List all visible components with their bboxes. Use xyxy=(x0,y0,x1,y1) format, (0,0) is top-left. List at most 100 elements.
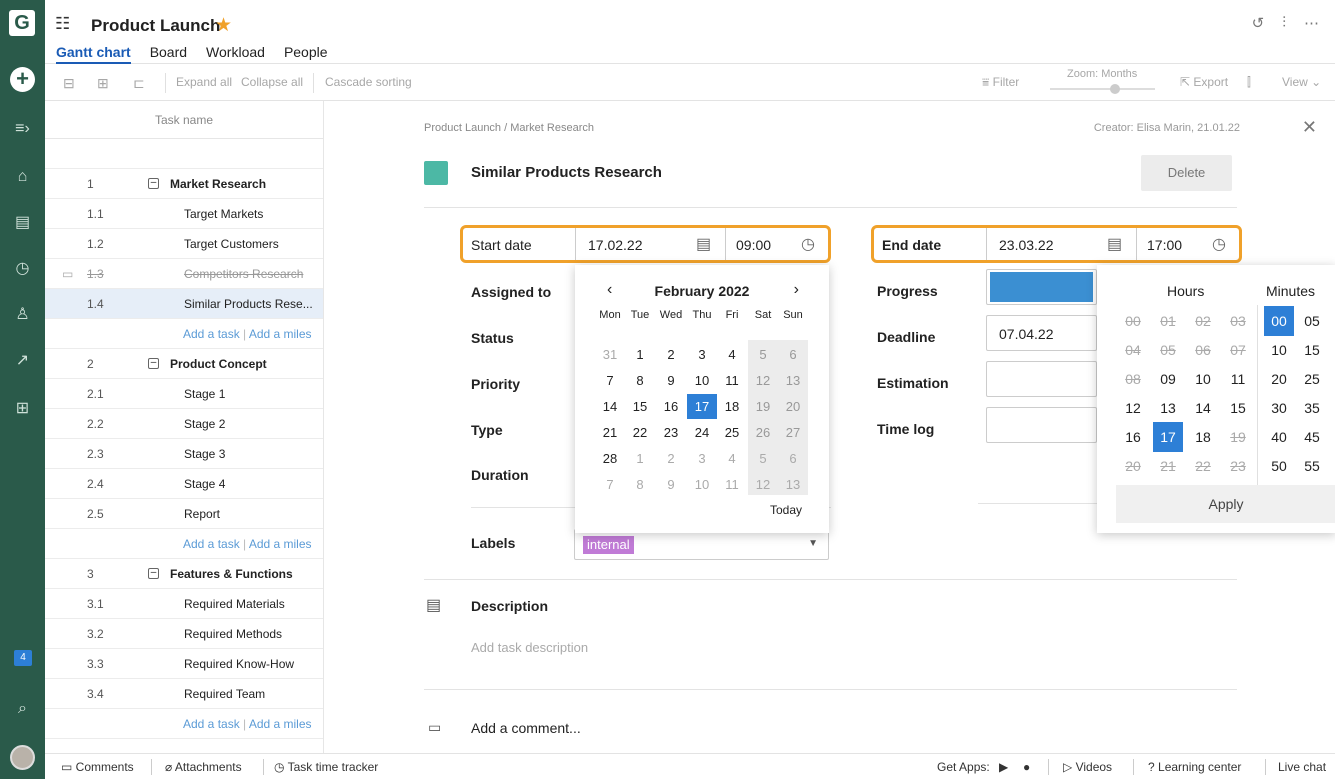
next-month-chevron-icon[interactable]: › xyxy=(794,281,799,299)
calendar-day[interactable]: 7 xyxy=(595,368,625,393)
hour-option[interactable]: 15 xyxy=(1223,393,1253,423)
live-chat-button[interactable]: Live chat xyxy=(1278,760,1326,774)
calendar-day[interactable]: 9 xyxy=(656,472,686,497)
calendar-day[interactable]: 4 xyxy=(717,446,747,471)
start-time-input[interactable]: 09:00 xyxy=(736,237,771,253)
apply-button[interactable]: Apply xyxy=(1116,485,1335,523)
table-row[interactable]: 1.2 Target Customers xyxy=(45,229,323,259)
create-new-button[interactable]: + xyxy=(10,67,35,92)
hour-option[interactable]: 02 xyxy=(1188,306,1218,336)
deadline-field[interactable]: 07.04.22 xyxy=(986,315,1097,351)
calendar-day[interactable]: 9 xyxy=(656,368,686,393)
project-title[interactable]: Product Launch xyxy=(91,16,220,36)
table-row[interactable]: 2.2 Stage 2 xyxy=(45,409,323,439)
trend-icon[interactable]: ↗ xyxy=(0,350,45,370)
calendar-day[interactable]: 23 xyxy=(656,420,686,445)
calendar-day[interactable]: 11 xyxy=(717,368,747,393)
time-tracker-button[interactable]: ◷ Task time tracker xyxy=(274,760,378,774)
minute-option[interactable]: 40 xyxy=(1264,422,1294,452)
comment-input[interactable]: Add a comment... xyxy=(471,720,581,736)
clock-icon[interactable]: ◷ xyxy=(0,258,45,278)
add-milestone-link[interactable]: Add a miles xyxy=(249,537,312,551)
calendar-day[interactable]: 13 xyxy=(778,472,808,497)
export-button[interactable]: ⇱ Export xyxy=(1180,75,1228,89)
comments-button[interactable]: ▭ Comments xyxy=(61,760,134,774)
calendar-day[interactable]: 10 xyxy=(687,368,717,393)
table-row[interactable]: 3.3 Required Know-How xyxy=(45,649,323,679)
outdent-icon[interactable]: ⊟ xyxy=(63,75,75,92)
user-avatar[interactable] xyxy=(10,745,35,770)
estimation-field[interactable] xyxy=(986,361,1097,397)
hour-option[interactable]: 22 xyxy=(1188,451,1218,481)
calendar-day[interactable]: 13 xyxy=(778,368,808,393)
minute-option[interactable]: 25 xyxy=(1297,364,1327,394)
tab-people[interactable]: People xyxy=(284,44,328,64)
zoom-slider-handle[interactable] xyxy=(1110,84,1120,94)
task-name[interactable]: Required Materials xyxy=(184,589,323,619)
calendar-day[interactable]: 6 xyxy=(778,342,808,367)
calendar-day[interactable]: 5 xyxy=(748,342,778,367)
hour-option[interactable]: 09 xyxy=(1153,364,1183,394)
notifications-badge[interactable]: 4 xyxy=(14,650,32,666)
add-milestone-link[interactable]: Add a miles xyxy=(249,717,312,731)
hour-option[interactable]: 04 xyxy=(1118,335,1148,365)
start-date-input[interactable]: 17.02.22 xyxy=(588,237,643,253)
add-task-row[interactable]: Add a task | Add a miles xyxy=(45,529,323,559)
task-name[interactable]: Stage 3 xyxy=(184,439,323,469)
hour-option[interactable]: 16 xyxy=(1118,422,1148,452)
add-task-link[interactable]: Add a task xyxy=(183,327,240,341)
calendar-day[interactable]: 8 xyxy=(625,368,655,393)
minute-option[interactable]: 45 xyxy=(1297,422,1327,452)
clock-icon[interactable]: ◷ xyxy=(801,234,815,254)
calendar-day[interactable]: 1 xyxy=(625,342,655,367)
table-row[interactable]: 2.5 Report xyxy=(45,499,323,529)
task-name[interactable]: Stage 1 xyxy=(184,379,323,409)
hour-option[interactable]: 23 xyxy=(1223,451,1253,481)
label-chip-internal[interactable]: internal xyxy=(583,536,634,554)
calendar-icon[interactable]: ▤ xyxy=(1107,234,1122,254)
hour-option[interactable]: 13 xyxy=(1153,393,1183,423)
task-name[interactable]: Required Methods xyxy=(184,619,323,649)
table-row[interactable]: 3.1 Required Materials xyxy=(45,589,323,619)
task-title[interactable]: Similar Products Research xyxy=(471,164,662,181)
calendar-day[interactable]: 22 xyxy=(625,420,655,445)
hour-option[interactable]: 00 xyxy=(1118,306,1148,336)
tab-workload[interactable]: Workload xyxy=(206,44,265,64)
apple-icon[interactable]: ● xyxy=(1023,760,1030,774)
close-icon[interactable]: ✕ xyxy=(1302,117,1317,138)
hour-option[interactable]: 10 xyxy=(1188,364,1218,394)
task-group-row[interactable]: 3 – Features & Functions xyxy=(45,559,323,589)
attachments-button[interactable]: ⌀ Attachments xyxy=(165,760,242,774)
task-name[interactable]: Market Research xyxy=(170,169,309,199)
calendar-day[interactable]: 28 xyxy=(595,446,625,471)
search-icon[interactable]: ⌕ xyxy=(0,700,45,718)
minute-option[interactable]: 50 xyxy=(1264,451,1294,481)
home-icon[interactable]: ⌂ xyxy=(0,168,45,186)
calendar-day[interactable]: 2 xyxy=(656,446,686,471)
calendar-icon[interactable]: ▤ xyxy=(696,234,711,254)
learning-center-button[interactable]: ? Learning center xyxy=(1148,760,1241,774)
add-task-link[interactable]: Add a task xyxy=(183,717,240,731)
hour-option[interactable]: 18 xyxy=(1188,422,1218,452)
add-task-row[interactable]: Add a task | Add a miles xyxy=(45,319,323,349)
collapse-all-button[interactable]: Collapse all xyxy=(241,75,303,89)
end-date-input[interactable]: 23.03.22 xyxy=(999,237,1054,253)
tab-gantt-chart[interactable]: Gantt chart xyxy=(56,44,131,64)
minute-option[interactable]: 20 xyxy=(1264,364,1294,394)
hour-option[interactable]: 01 xyxy=(1153,306,1183,336)
table-row[interactable]: 1.4 Similar Products Rese... xyxy=(45,289,323,319)
calendar-day[interactable]: 7 xyxy=(595,472,625,497)
hour-option[interactable]: 20 xyxy=(1118,451,1148,481)
minute-option[interactable]: 05 xyxy=(1297,306,1327,336)
videos-button[interactable]: ▷ Videos xyxy=(1063,760,1112,774)
hierarchy-icon[interactable]: ⊏ xyxy=(133,75,145,92)
hour-option[interactable]: 14 xyxy=(1188,393,1218,423)
calendar-day[interactable]: 2 xyxy=(656,342,686,367)
add-task-link[interactable]: Add a task xyxy=(183,537,240,551)
hour-option[interactable]: 11 xyxy=(1223,364,1253,394)
calendar-day[interactable]: 5 xyxy=(748,446,778,471)
settings-sliders-icon[interactable]: ⫶ xyxy=(1282,14,1286,32)
hour-option[interactable]: 06 xyxy=(1188,335,1218,365)
indent-icon[interactable]: ⊞ xyxy=(97,75,109,92)
minute-option[interactable]: 15 xyxy=(1297,335,1327,365)
